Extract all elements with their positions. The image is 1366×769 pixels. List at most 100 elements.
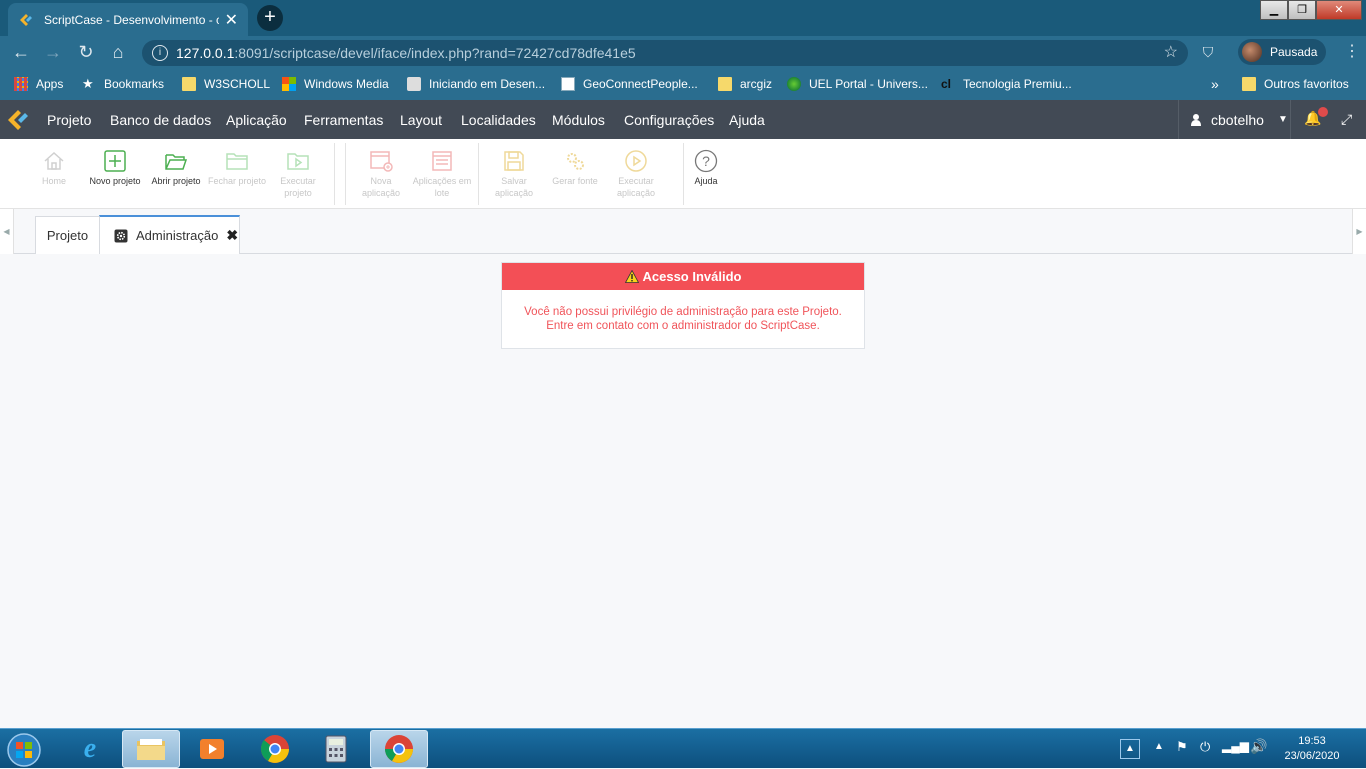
abrir-projeto-button[interactable]: Abrir projeto [146,147,206,207]
action-center-flag-icon[interactable]: ⚑ [1176,739,1188,755]
bookmark-outros-favoritos[interactable]: Outros favoritos [1242,68,1349,100]
alert-title: Acesso Inválido [642,269,742,284]
tab-administracao[interactable]: Administração ✖ [99,215,240,254]
network-signal-icon[interactable]: ▂▄▆ [1222,739,1249,753]
menu-projeto[interactable]: Projeto [47,100,91,139]
maximize-window-button[interactable]: ❐ [1288,0,1316,20]
play-folder-icon [287,153,309,170]
bookmark-windows-media[interactable]: Windows Media [282,68,389,100]
aplicacoes-em-lote-button[interactable]: Aplicações em lote [412,147,472,207]
nova-aplicacao-label: Nova aplicação [361,176,401,198]
batch-apps-icon [432,151,452,171]
novo-projeto-button[interactable]: Novo projeto [85,147,145,207]
nova-aplicacao-button[interactable]: Nova aplicação [351,147,411,207]
info-icon[interactable]: i [152,45,168,61]
alert-header: Acesso Inválido [502,263,864,290]
site-favicon-icon [407,77,421,91]
salvar-aplicacao-button[interactable]: Salvar aplicação [484,147,544,207]
project-tabs-bar: ◀ Projeto Administração ✖ ▶ [0,209,1366,254]
power-plug-icon[interactable]: ⏻ [1200,739,1210,755]
bookmark-label: UEL Portal - Univers... [809,77,928,91]
taskbar-media-player[interactable] [183,730,241,768]
home-button[interactable]: Home [24,147,84,207]
bookmark-apps[interactable]: Apps [14,68,63,100]
bookmark-label: Apps [36,77,64,91]
svg-text:?: ? [702,153,710,169]
menu-ajuda[interactable]: Ajuda [729,100,765,139]
browser-title-bar: ScriptCase - Desenvolvimento - c ✕ + ▁ ❐… [0,0,1366,36]
bookmark-tecnologia[interactable]: cl Tecnologia Premiu... [941,68,1072,100]
alert-message: Você não possui privilégio de administra… [502,305,864,333]
gerar-fonte-button[interactable]: Gerar fonte [545,147,605,207]
taskbar-chrome[interactable] [246,730,304,768]
back-arrow-icon[interactable]: ← [9,40,33,64]
menu-localidades[interactable]: Localidades [461,100,536,139]
menu-layout[interactable]: Layout [400,100,442,139]
tray-expand-icon[interactable]: ▲ [1154,741,1164,752]
bookmark-iniciando[interactable]: Iniciando em Desen... [407,68,545,100]
toolbar: Home Novo projeto Abrir projeto Fechar p… [0,139,1366,209]
bookmark-bookmarks[interactable]: ★ Bookmarks [82,68,164,100]
notifications-bell-icon[interactable]: 🔔 [1304,107,1328,128]
browser-tab[interactable]: ScriptCase - Desenvolvimento - c ✕ [8,3,248,36]
taskbar-chrome-active[interactable] [370,730,428,768]
bookmark-label: Iniciando em Desen... [429,77,546,91]
user-menu[interactable]: cbotelho ▼ [1178,100,1291,139]
menu-configuracoes[interactable]: Configurações [624,100,714,139]
abrir-projeto-label: Abrir projeto [151,176,201,186]
ajuda-button[interactable]: ? Ajuda [676,147,736,207]
system-clock[interactable]: 19:53 23/06/2020 [1276,734,1348,764]
start-button-icon[interactable] [4,731,44,769]
media-player-icon [200,739,224,759]
close-window-button[interactable]: ✕ [1316,0,1362,20]
play-circle-icon [625,150,647,172]
address-bar[interactable]: i 127.0.0.1:8091/scriptcase/devel/iface/… [142,40,1188,66]
browser-tab-title: ScriptCase - Desenvolvimento - c [44,12,219,27]
taskbar-internet-explorer[interactable]: e [61,730,119,768]
bookmark-uel-portal[interactable]: UEL Portal - Univers... [787,68,928,100]
avatar [1242,42,1262,62]
show-desktop-icon[interactable]: ▲ [1120,739,1140,759]
windows-taskbar: e ▲ ▲ ⚑ ⏻ ▂▄▆ 🔊 19:53 23/06/2020 [0,728,1366,768]
url-path: :8091/scriptcase/devel/iface/index.php?r… [234,45,636,61]
menu-modulos[interactable]: Módulos [552,100,605,139]
bookmark-label: Bookmarks [104,77,165,91]
shield-icon[interactable]: ⛉ [1196,40,1220,64]
site-favicon-icon [561,77,575,91]
scroll-left-arrow-icon[interactable]: ◀ [0,209,14,254]
taskbar-file-explorer[interactable] [122,730,180,768]
fechar-projeto-button[interactable]: Fechar projeto [207,147,267,207]
scriptcase-logo-icon[interactable] [6,107,30,133]
executar-aplicacao-button[interactable]: Executar aplicação [606,147,666,207]
clock-date: 23/06/2020 [1284,750,1340,762]
calculator-icon [325,735,347,763]
close-tab-icon[interactable]: ✖ [226,227,238,244]
tab-projeto[interactable]: Projeto [35,216,100,254]
forward-arrow-icon[interactable]: → [41,40,65,64]
reload-icon[interactable]: ↻ [74,40,98,64]
taskbar-calculator[interactable] [307,730,365,768]
bookmarks-bar: Apps ★ Bookmarks W3SCHOLL Windows Media … [0,68,1366,100]
executar-projeto-button[interactable]: Executar projeto [268,147,328,207]
close-tab-icon[interactable]: ✕ [225,10,238,30]
menu-ferramentas[interactable]: Ferramentas [304,100,383,139]
bookmark-label: Windows Media [304,77,389,91]
more-menu-icon[interactable]: ⋮ [1340,40,1364,64]
menu-aplicacao[interactable]: Aplicação [226,100,287,139]
expand-icon[interactable]: ⤢ [1341,111,1357,127]
bookmarks-overflow-button[interactable]: » [1211,68,1219,100]
executar-aplicacao-label: Executar aplicação [616,176,656,198]
bookmark-w3scholl[interactable]: W3SCHOLL [182,68,270,100]
bookmark-arcgiz[interactable]: arcgiz [718,68,772,100]
profile-button[interactable]: Pausada [1238,39,1326,65]
bookmark-star-icon[interactable]: ☆ [1164,40,1178,66]
speaker-volume-icon[interactable]: 🔊 [1250,738,1267,755]
gerar-fonte-label: Gerar fonte [552,176,598,186]
scroll-right-arrow-icon[interactable]: ▶ [1352,209,1366,254]
minimize-window-button[interactable]: ▁ [1260,0,1288,20]
new-tab-button[interactable]: + [257,5,283,31]
ajuda-label: Ajuda [694,176,718,186]
menu-banco-de-dados[interactable]: Banco de dados [110,100,211,139]
home-icon[interactable]: ⌂ [106,40,130,64]
bookmark-geoconnect[interactable]: GeoConnectPeople... [561,68,698,100]
